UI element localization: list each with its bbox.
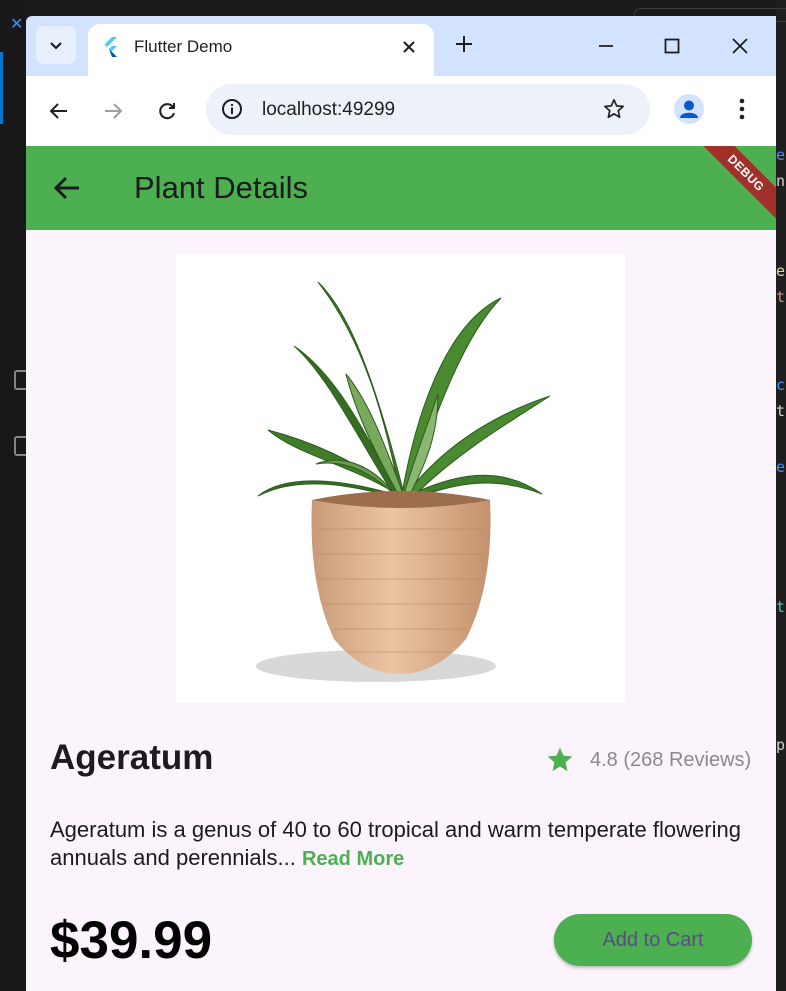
browser-menu-button[interactable]: [730, 96, 754, 122]
tab-close-button[interactable]: [398, 36, 420, 58]
plant-description: Ageratum is a genus of 40 to 60 tropical…: [50, 816, 750, 873]
debug-banner: DEBUG: [688, 146, 776, 231]
rating-summary: 4.8 (268 Reviews): [546, 746, 751, 774]
page-title: Plant Details: [134, 170, 309, 205]
browser-window: Flutter Demo localhost:49299 Plant Detai…: [26, 16, 776, 991]
tab-strip: Flutter Demo: [26, 16, 776, 76]
rating-value: 4.8: [590, 748, 618, 771]
bookmark-button[interactable]: [602, 97, 626, 121]
url-text[interactable]: localhost:49299: [262, 99, 395, 121]
tab-flutter-demo[interactable]: Flutter Demo: [88, 24, 434, 76]
star-filled-icon: [547, 747, 573, 772]
flutter-logo-icon: [104, 37, 117, 57]
info-icon: [222, 99, 242, 119]
activity-bar-active-indicator: [0, 52, 3, 124]
tab-search-button[interactable]: [36, 26, 76, 64]
close-icon: [732, 38, 748, 54]
vscode-logo-icon: ✕: [10, 16, 24, 33]
review-count: (268 Reviews): [623, 748, 752, 771]
minimize-icon: [599, 45, 613, 47]
tab-title: Flutter Demo: [134, 37, 233, 56]
reload-button[interactable]: [154, 98, 180, 124]
plus-icon: [456, 36, 472, 52]
back-nav-button[interactable]: [46, 98, 72, 124]
editor-activity-bar: ✕: [0, 0, 26, 991]
minimize-button[interactable]: [594, 34, 618, 58]
extensions-icon[interactable]: [14, 436, 26, 456]
app-bar: Plant Details DEBUG: [26, 146, 776, 231]
maximize-button[interactable]: [660, 34, 684, 58]
plant-price: $39.99: [50, 911, 213, 970]
explorer-icon[interactable]: [14, 370, 26, 390]
arrow-left-icon: [49, 103, 67, 119]
window-close-button[interactable]: [728, 34, 752, 58]
address-bar[interactable]: localhost:49299: [206, 84, 650, 135]
site-info-button[interactable]: [220, 97, 244, 121]
add-to-cart-button[interactable]: Add to Cart: [554, 914, 752, 966]
plant-image: [176, 254, 625, 703]
arrow-right-icon: [105, 103, 123, 119]
forward-nav-button[interactable]: [100, 98, 126, 124]
maximize-icon: [664, 38, 680, 54]
profile-button[interactable]: [674, 94, 704, 124]
kebab-menu-icon: [739, 98, 745, 120]
reload-icon: [159, 103, 175, 120]
plant-details-page: Plant Details DEBUG Ageratum 4.8 (268 Re…: [26, 146, 776, 991]
browser-toolbar: localhost:49299: [26, 76, 776, 206]
back-button[interactable]: [52, 174, 82, 202]
person-icon: [680, 100, 698, 118]
read-more-link[interactable]: Read More: [302, 848, 404, 870]
arrow-left-icon: [53, 176, 79, 200]
plant-name: Ageratum: [50, 738, 214, 777]
new-tab-button[interactable]: [452, 32, 476, 56]
chevron-down-icon: [50, 42, 62, 50]
editor-code-edge: e n e t c t e t p: [776, 0, 786, 991]
editor-title-bar: [26, 0, 786, 22]
star-outline-icon: [604, 99, 624, 119]
potted-plant-illustration: [256, 281, 551, 682]
close-icon: [403, 41, 415, 53]
